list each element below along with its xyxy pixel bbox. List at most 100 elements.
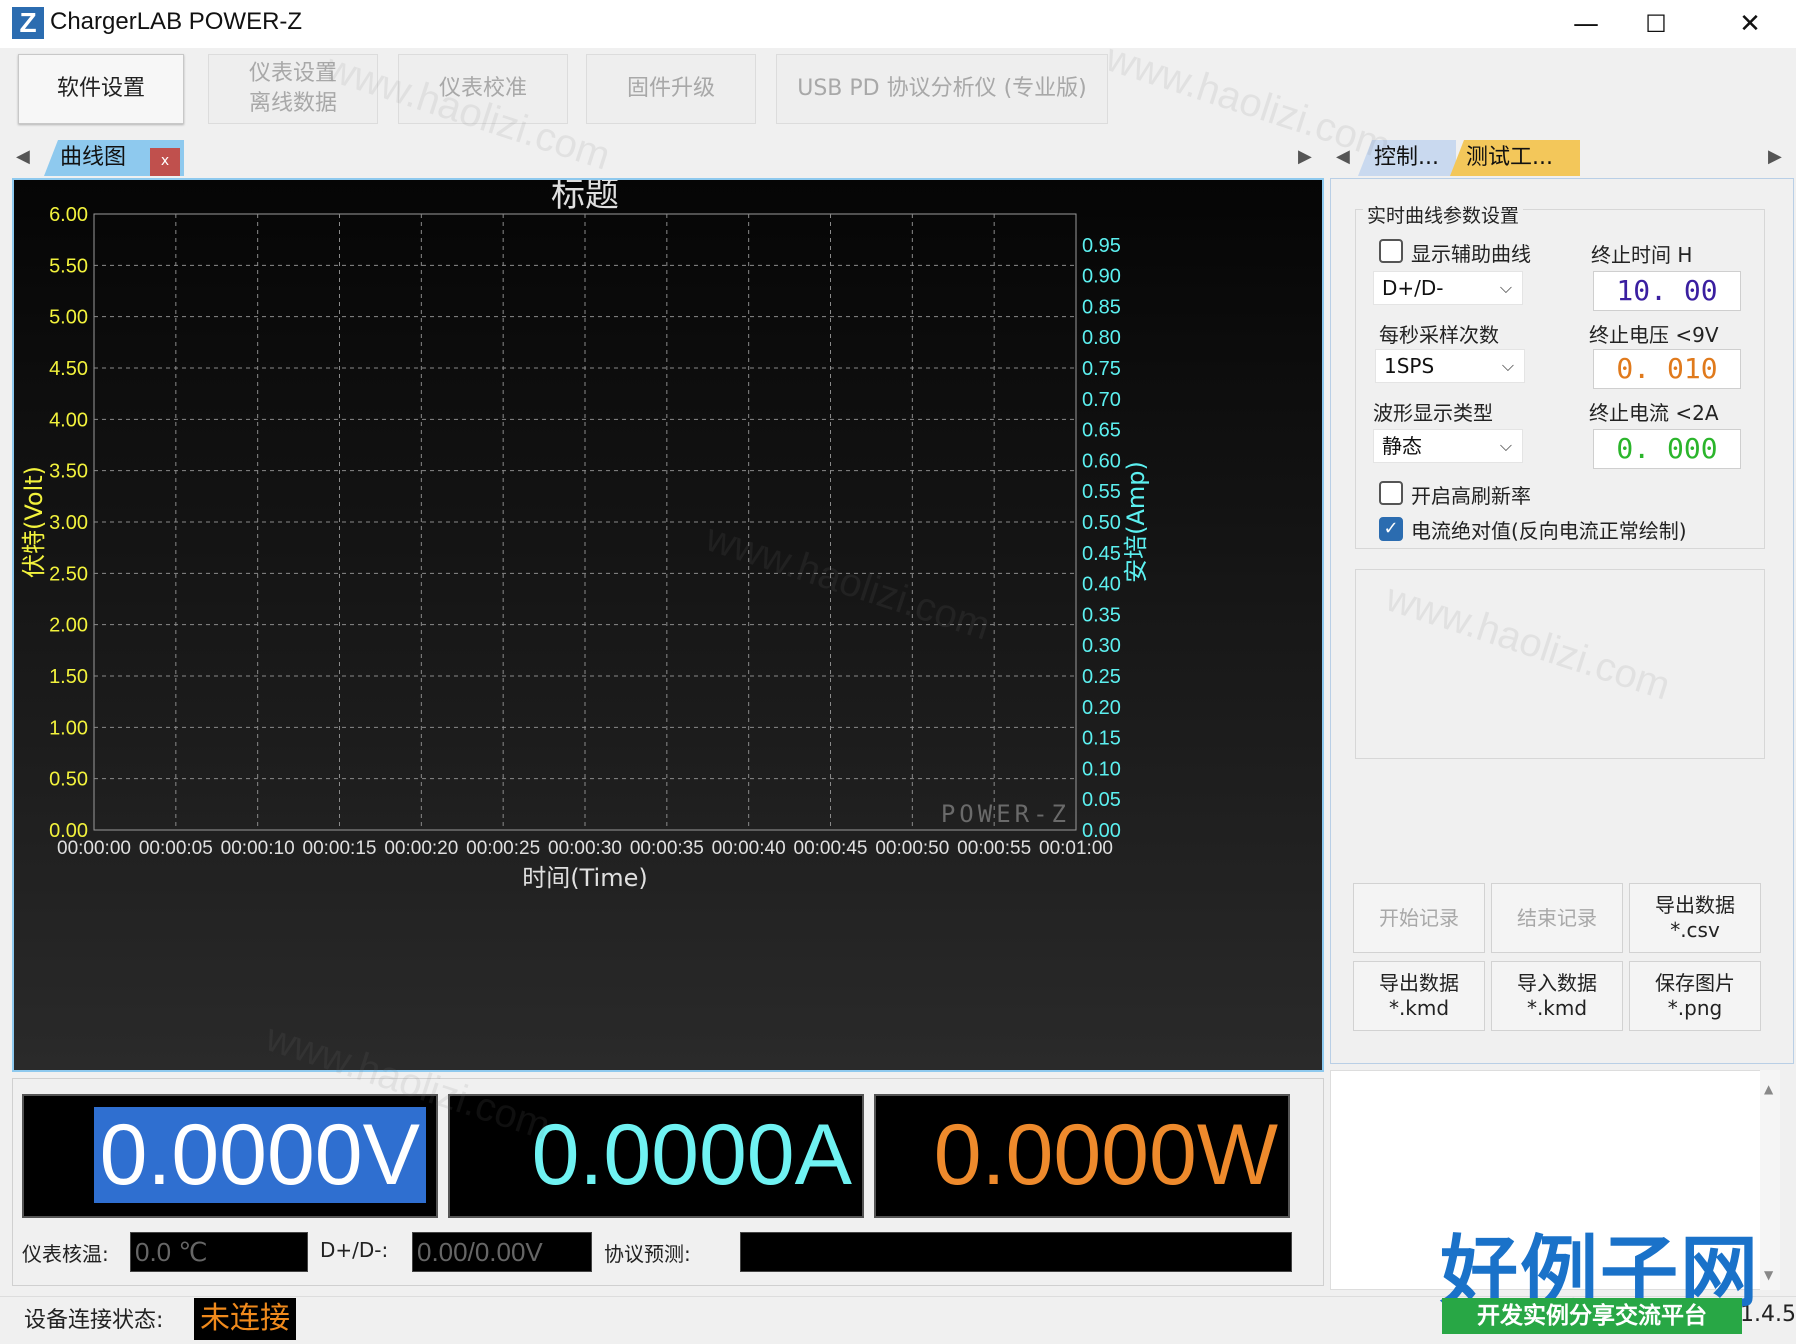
hi-refresh-checkbox[interactable] (1379, 481, 1403, 505)
sps-label: 每秒采样次数 (1379, 323, 1499, 347)
y-left-tick-label: 4.00 (49, 409, 88, 431)
chart-panel: 标题 00:00:00 00:00:05 00:00:10 00:00:15 00:00:… (12, 178, 1324, 1072)
meter-settings-button[interactable]: 仪表设置 离线数据 (208, 54, 378, 124)
save-png-button[interactable]: 保存图片 *.png (1629, 961, 1761, 1031)
x-tick-label: 00:00:35 (630, 838, 704, 859)
x-tick-label: 00:00:50 (875, 838, 949, 859)
import-kmd-button[interactable]: 导入数据 *.kmd (1491, 961, 1623, 1031)
show-aux-checkbox[interactable] (1379, 239, 1403, 263)
site-watermark-slogan: 开发实例分享交流平台 (1442, 1298, 1742, 1334)
tab-close-button[interactable]: x (150, 148, 180, 176)
x-tick-label: 00:00:20 (384, 838, 458, 859)
y-right-tick-label: 0.20 (1082, 697, 1121, 719)
chart-svg: 标题00:00:00 00:00:05 00:00:10 00:00:15 00:00:… (20, 180, 1150, 892)
log-scrollbar[interactable]: ▲ ▼ (1760, 1070, 1780, 1290)
dpdm-value: 0.00/0.00V (412, 1232, 592, 1272)
wave-type-select[interactable]: 静态 ⌵ (1373, 429, 1523, 463)
sps-select-value: 1SPS (1384, 354, 1435, 378)
start-record-button[interactable]: 开始记录 (1353, 883, 1485, 953)
connection-status-value: 未连接 (194, 1298, 296, 1340)
x-tick-label: 00:00:05 (139, 838, 213, 859)
meter-settings-label: 仪表设置 离线数据 (248, 61, 337, 116)
tab-control[interactable]: 控制... (1358, 140, 1456, 176)
url-watermark: www.haolizi.com (1100, 35, 1396, 169)
stop-time-input[interactable]: 10. 00 (1593, 271, 1741, 311)
y-left-tick-label: 1.50 (49, 666, 88, 688)
voltage-value: 0.0000V (93, 1107, 426, 1203)
y-right-tick-label: 0.95 (1082, 235, 1121, 257)
voltage-readout: 0.0000V (22, 1094, 438, 1218)
right-tab-scroll-left-icon[interactable]: ◀ (1336, 146, 1350, 167)
y-right-tick-label: 0.40 (1082, 574, 1121, 596)
chevron-down-icon: ⌵ (1501, 356, 1514, 375)
firmware-upgrade-button[interactable]: 固件升级 (586, 54, 756, 124)
meter-calibration-label: 仪表校准 (438, 76, 527, 101)
export-csv-label: 导出数据 *.csv (1655, 893, 1735, 942)
y-right-tick-label: 0.00 (1082, 820, 1121, 842)
power-readout: 0.0000W (874, 1094, 1290, 1218)
sps-select[interactable]: 1SPS ⌵ (1375, 349, 1525, 383)
x-tick-label: 00:00:10 (221, 838, 295, 859)
tab-scroll-right-icon[interactable]: ▶ (1298, 146, 1312, 167)
abs-current-label: 电流绝对值(反向电流正常绘制) (1411, 519, 1687, 543)
wave-type-label: 波形显示类型 (1373, 401, 1493, 425)
abs-current-checkbox[interactable]: ✓ (1379, 517, 1403, 541)
pd-analyzer-button[interactable]: USB PD 协议分析仪 (专业版) (776, 54, 1108, 124)
y-right-axis-label: 安培(Amp) (1122, 461, 1150, 583)
hi-refresh-label: 开启高刷新率 (1411, 484, 1531, 508)
y-right-tick-label: 0.25 (1082, 666, 1121, 688)
info-box (1355, 569, 1765, 759)
chart-title: 标题 (551, 180, 619, 215)
connection-status-label: 设备连接状态: (24, 1308, 164, 1333)
chevron-down-icon: ⌵ (1499, 278, 1512, 297)
software-settings-button[interactable]: 软件设置 (18, 54, 184, 124)
y-right-tick-label: 0.50 (1082, 512, 1121, 534)
firmware-upgrade-label: 固件升级 (626, 76, 715, 101)
x-tick-label: 00:00:45 (794, 838, 868, 859)
y-right-tick-label: 0.30 (1082, 635, 1121, 657)
stop-current-input[interactable]: 0. 000 (1593, 429, 1741, 469)
chart-watermark: POWER-Z (941, 800, 1070, 828)
save-png-label: 保存图片 *.png (1655, 971, 1735, 1020)
y-left-tick-label: 0.00 (49, 820, 88, 842)
tab-scroll-left-icon[interactable]: ◀ (16, 146, 30, 167)
y-left-tick-label: 3.00 (49, 512, 88, 534)
maximize-button[interactable]: ☐ (1610, 0, 1702, 48)
aux-select[interactable]: D+/D- ⌵ (1373, 271, 1523, 305)
y-right-tick-label: 0.85 (1082, 296, 1121, 318)
temp-label: 仪表核温: (22, 1242, 109, 1266)
export-kmd-button[interactable]: 导出数据 *.kmd (1353, 961, 1485, 1031)
scroll-down-icon[interactable]: ▼ (1764, 1268, 1773, 1282)
right-tab-scroll-right-icon[interactable]: ▶ (1768, 146, 1782, 167)
y-left-tick-label: 5.50 (49, 255, 88, 277)
y-left-tick-label: 5.00 (49, 307, 88, 329)
aux-select-value: D+/D- (1382, 276, 1444, 300)
export-csv-button[interactable]: 导出数据 *.csv (1629, 883, 1761, 953)
y-left-tick-label: 4.50 (49, 358, 88, 380)
x-tick-label: 00:00:15 (303, 838, 377, 859)
y-right-tick-label: 0.10 (1082, 758, 1121, 780)
tab-test-tools-label: 测试工... (1466, 145, 1553, 170)
current-value: 0.0000A (531, 1107, 852, 1203)
stop-record-button[interactable]: 结束记录 (1491, 883, 1623, 953)
tab-control-label: 控制... (1374, 145, 1439, 170)
import-kmd-label: 导入数据 *.kmd (1517, 971, 1597, 1020)
power-value: 0.0000W (933, 1107, 1278, 1203)
y-right-tick-label: 0.75 (1082, 358, 1121, 380)
wave-type-value: 静态 (1382, 434, 1422, 458)
show-aux-label: 显示辅助曲线 (1411, 242, 1531, 266)
stop-record-label: 结束记录 (1517, 905, 1597, 930)
tab-chart-label: 曲线图 (60, 145, 127, 170)
x-axis-label: 时间(Time) (522, 864, 647, 892)
meter-calibration-button[interactable]: 仪表校准 (398, 54, 568, 124)
x-tick-label: 00:00:25 (466, 838, 540, 859)
scroll-up-icon[interactable]: ▲ (1764, 1082, 1773, 1096)
protocol-label: 协议预测: (604, 1242, 691, 1266)
start-record-label: 开始记录 (1379, 905, 1459, 930)
x-tick-label: 00:00:55 (957, 838, 1031, 859)
tab-test-tools[interactable]: 测试工... (1450, 140, 1580, 176)
close-button[interactable]: ✕ (1704, 0, 1796, 48)
y-left-tick-label: 1.00 (49, 717, 88, 739)
stop-voltage-input[interactable]: 0. 010 (1593, 349, 1741, 389)
stop-voltage-label: 终止电压 <9V (1589, 323, 1719, 347)
